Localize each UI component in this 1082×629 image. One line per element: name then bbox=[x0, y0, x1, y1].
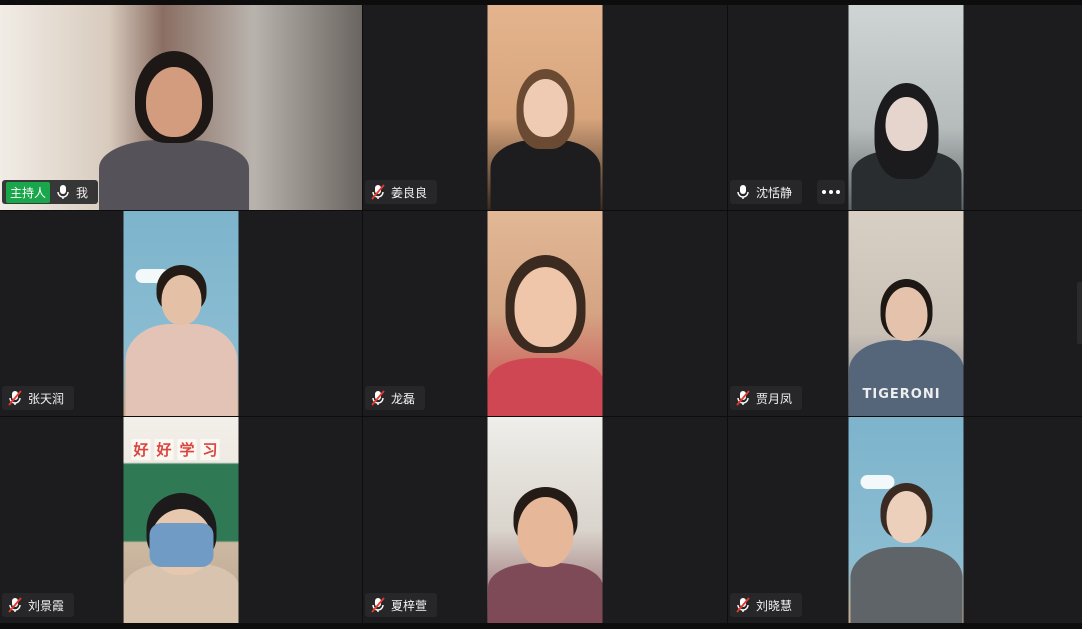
video-feed: TIGERONI bbox=[848, 211, 964, 416]
more-options-button[interactable] bbox=[817, 180, 845, 204]
video-tile[interactable]: 张天润 bbox=[0, 211, 362, 416]
participant-name: 我 bbox=[76, 185, 89, 200]
video-tile[interactable]: 刘晓慧 bbox=[728, 417, 1082, 623]
poster-char: 习 bbox=[200, 439, 220, 460]
participant-name: 贾月凤 bbox=[756, 391, 793, 406]
person-body bbox=[125, 324, 237, 416]
person-face bbox=[885, 287, 927, 341]
participant-label: 夏梓萱 bbox=[365, 593, 438, 617]
person-face bbox=[145, 67, 202, 137]
microphone-muted-icon[interactable] bbox=[736, 390, 750, 406]
person-body bbox=[848, 340, 964, 416]
participant-name: 姜良良 bbox=[391, 185, 428, 200]
side-panel-handle[interactable] bbox=[1077, 282, 1082, 344]
video-tile[interactable]: 姜良良 bbox=[363, 5, 727, 210]
microphone-muted-icon[interactable] bbox=[371, 390, 385, 406]
person-face bbox=[514, 267, 576, 347]
face-mask bbox=[149, 523, 214, 567]
video-tile-host[interactable]: 主持人 我 bbox=[0, 5, 362, 210]
poster-char: 好 bbox=[131, 439, 151, 460]
participant-name: 龙磊 bbox=[391, 391, 416, 406]
video-tile[interactable]: TIGERONI 贾月凤 bbox=[728, 211, 1082, 416]
person-face bbox=[523, 79, 567, 137]
video-feed bbox=[123, 211, 239, 416]
video-feed bbox=[487, 211, 603, 416]
host-badge: 主持人 bbox=[6, 181, 51, 203]
classroom-poster: 好 好 学 习 bbox=[131, 439, 220, 460]
person-body bbox=[98, 140, 249, 210]
person-body bbox=[490, 140, 600, 210]
video-feed bbox=[487, 417, 603, 623]
person-face bbox=[885, 97, 927, 151]
video-feed bbox=[848, 417, 964, 623]
poster-char: 好 bbox=[154, 439, 174, 460]
microphone-muted-icon[interactable] bbox=[8, 597, 22, 613]
video-feed bbox=[487, 5, 603, 210]
participant-label: 主持人 我 bbox=[2, 180, 99, 204]
participant-label: 张天润 bbox=[2, 386, 75, 410]
participant-name: 沈恬静 bbox=[756, 185, 793, 200]
participant-label: 刘景霞 bbox=[2, 593, 75, 617]
person-face bbox=[161, 275, 201, 325]
microphone-muted-icon[interactable] bbox=[371, 597, 385, 613]
person-face bbox=[886, 491, 926, 543]
video-tile[interactable]: 沈恬静 bbox=[728, 5, 1082, 210]
video-tile[interactable]: 夏梓萱 bbox=[363, 417, 727, 623]
person-body bbox=[487, 563, 603, 623]
participant-label: 贾月凤 bbox=[730, 386, 803, 410]
more-options-icon bbox=[822, 190, 840, 194]
participant-label: 刘晓慧 bbox=[730, 593, 803, 617]
microphone-muted-icon[interactable] bbox=[8, 390, 22, 406]
participant-name: 夏梓萱 bbox=[391, 598, 428, 613]
video-grid: 主持人 我 姜良良 沈恬静 张天润 龙磊 TIGERONI 贾月凤 好 好 学 … bbox=[0, 5, 1082, 623]
video-tile[interactable]: 龙磊 bbox=[363, 211, 727, 416]
participant-name: 刘晓慧 bbox=[756, 598, 793, 613]
video-tile[interactable]: 好 好 学 习 刘景霞 bbox=[0, 417, 362, 623]
microphone-icon[interactable] bbox=[56, 184, 70, 200]
microphone-muted-icon[interactable] bbox=[736, 597, 750, 613]
video-feed: 好 好 学 习 bbox=[123, 417, 239, 623]
cloud-decoration bbox=[860, 475, 895, 489]
video-feed bbox=[848, 5, 964, 210]
person-body bbox=[850, 547, 962, 623]
poster-char: 学 bbox=[177, 439, 197, 460]
participant-label: 龙磊 bbox=[365, 386, 426, 410]
microphone-icon[interactable] bbox=[736, 184, 750, 200]
participant-label: 姜良良 bbox=[365, 180, 438, 204]
participant-name: 张天润 bbox=[28, 391, 65, 406]
person-body bbox=[487, 358, 603, 416]
sweater-text: TIGERONI bbox=[862, 387, 941, 402]
participant-name: 刘景霞 bbox=[28, 598, 65, 613]
participant-label: 沈恬静 bbox=[730, 180, 803, 204]
microphone-muted-icon[interactable] bbox=[371, 184, 385, 200]
person-face bbox=[517, 497, 573, 567]
